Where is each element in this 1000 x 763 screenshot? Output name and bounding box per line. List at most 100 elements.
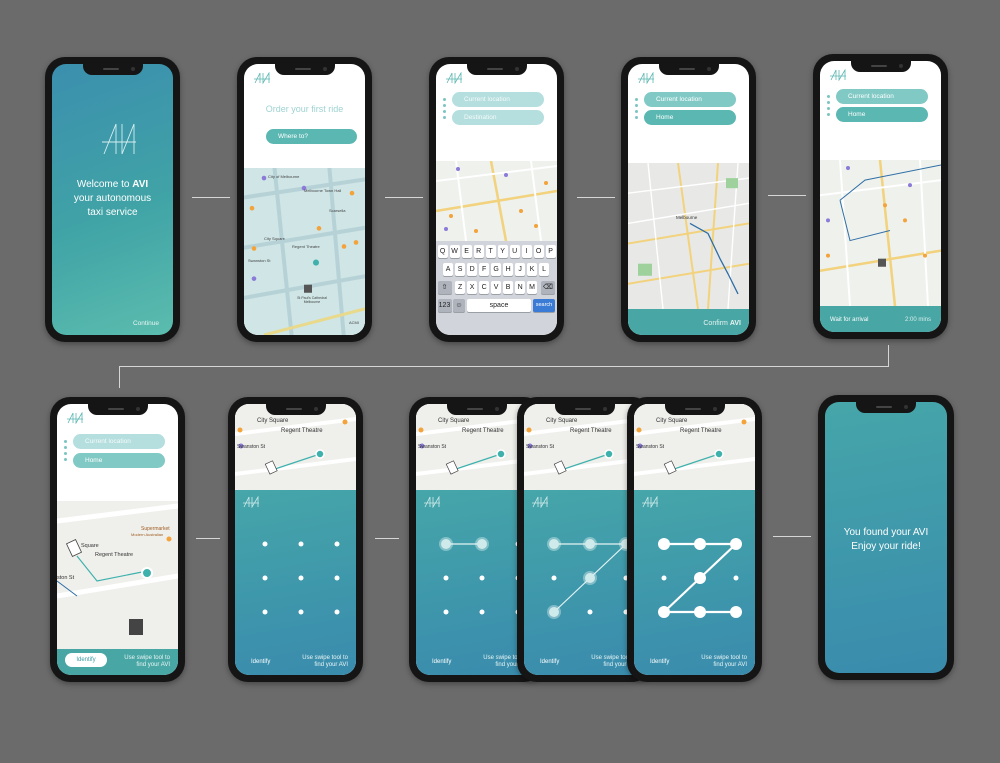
key-v[interactable]: V xyxy=(491,281,502,294)
key-p[interactable]: P xyxy=(545,245,556,258)
welcome-text: Welcome to xyxy=(76,179,130,190)
pattern-node[interactable] xyxy=(694,538,706,550)
pattern-node[interactable] xyxy=(479,609,485,615)
key-k[interactable]: K xyxy=(527,263,538,276)
pattern-node[interactable] xyxy=(262,541,268,547)
key-a[interactable]: A xyxy=(443,263,454,276)
phone-notch xyxy=(82,64,143,75)
map-view[interactable]: City Square Regent Theatre Swanston St xyxy=(235,404,356,490)
pattern-node[interactable] xyxy=(694,606,706,618)
space-key[interactable]: space xyxy=(467,299,531,312)
confirm-button[interactable]: Confirm AVI xyxy=(703,320,741,327)
pattern-node[interactable] xyxy=(262,609,268,615)
avi-logo-icon xyxy=(254,72,270,84)
pattern-node[interactable] xyxy=(479,575,485,581)
pattern-node[interactable] xyxy=(730,538,742,550)
identify-button[interactable]: Identify xyxy=(65,653,107,667)
pattern-grid[interactable] xyxy=(634,490,755,618)
key-o[interactable]: O xyxy=(533,245,544,258)
current-location-input[interactable]: Current location xyxy=(836,89,928,104)
pattern-node[interactable] xyxy=(298,575,304,581)
map-view[interactable] xyxy=(436,161,557,241)
found-screen: You found your AVI Enjoy your ride! xyxy=(825,402,947,673)
pattern-node[interactable] xyxy=(334,575,340,581)
pattern-node[interactable] xyxy=(298,541,304,547)
pattern-node[interactable] xyxy=(658,538,670,550)
key-c[interactable]: C xyxy=(479,281,490,294)
backspace-key[interactable]: ⌫ xyxy=(541,281,555,294)
pattern-node[interactable] xyxy=(730,606,742,618)
pattern-node[interactable] xyxy=(477,539,487,549)
current-location-input[interactable]: Current location xyxy=(452,92,544,107)
pattern-node[interactable] xyxy=(661,575,667,581)
key-l[interactable]: L xyxy=(539,263,550,276)
numbers-key[interactable]: 123 xyxy=(437,299,452,312)
destination-input[interactable]: Home xyxy=(644,110,736,125)
destination-input[interactable]: Home xyxy=(836,107,928,122)
key-n[interactable]: N xyxy=(515,281,526,294)
pattern-node[interactable] xyxy=(587,609,593,615)
pattern-node[interactable] xyxy=(443,575,449,581)
key-g[interactable]: G xyxy=(491,263,502,276)
destination-input[interactable]: Destination xyxy=(452,110,544,125)
key-t[interactable]: T xyxy=(485,245,496,258)
route-dots xyxy=(635,98,638,122)
phone-welcome: Welcome to AVI your autonomous taxi serv… xyxy=(45,57,180,342)
pattern-node[interactable] xyxy=(585,539,595,549)
found-text: You found your AVI xyxy=(843,527,929,538)
continue-button[interactable]: Continue xyxy=(133,320,159,327)
key-u[interactable]: U xyxy=(509,245,520,258)
key-r[interactable]: R xyxy=(473,245,484,258)
key-q[interactable]: Q xyxy=(437,245,448,258)
pattern-node[interactable] xyxy=(334,609,340,615)
brand-name: AVI xyxy=(729,320,741,327)
map-view[interactable]: City Square Regent Theatre Swanston St xyxy=(634,404,755,490)
pattern-node[interactable] xyxy=(262,575,268,581)
key-y[interactable]: Y xyxy=(497,245,508,258)
key-x[interactable]: X xyxy=(467,281,478,294)
pattern-node[interactable] xyxy=(585,573,595,583)
key-h[interactable]: H xyxy=(503,263,514,276)
phone-order: Order your first ride Where to? City of … xyxy=(237,57,372,342)
key-j[interactable]: J xyxy=(515,263,526,276)
map-label: Scarsella xyxy=(329,208,346,213)
key-f[interactable]: F xyxy=(479,263,490,276)
identify-label[interactable]: Identify xyxy=(251,659,270,665)
map-view[interactable]: Supermarket Modern Australian Square Reg… xyxy=(57,501,178,649)
search-key[interactable]: search xyxy=(533,299,555,312)
key-e[interactable]: E xyxy=(461,245,472,258)
pattern-node[interactable] xyxy=(298,609,304,615)
pattern-node[interactable] xyxy=(733,575,739,581)
shift-key[interactable]: ⇧ xyxy=(437,281,452,294)
key-s[interactable]: S xyxy=(455,263,466,276)
key-w[interactable]: W xyxy=(449,245,460,258)
identify-label[interactable]: Identify xyxy=(432,659,451,665)
map-view[interactable]: Melbourne xyxy=(628,163,749,309)
identify-label[interactable]: Identify xyxy=(650,659,669,665)
key-b[interactable]: B xyxy=(503,281,514,294)
pattern-node[interactable] xyxy=(549,607,559,617)
key-i[interactable]: I xyxy=(521,245,532,258)
pattern-node[interactable] xyxy=(549,539,559,549)
pattern-node[interactable] xyxy=(694,572,706,584)
eta-label: 2:00 mins xyxy=(904,317,931,323)
map-view[interactable]: City of Melbourne Melbourne Town Hall Sc… xyxy=(244,168,365,335)
key-d[interactable]: D xyxy=(467,263,478,276)
identify-label[interactable]: Identify xyxy=(540,659,559,665)
key-m[interactable]: M xyxy=(527,281,538,294)
map-label: Regent Theatre xyxy=(570,428,612,434)
emoji-key[interactable]: ☺ xyxy=(453,299,465,312)
pattern-node[interactable] xyxy=(334,541,340,547)
pattern-grid[interactable] xyxy=(235,490,356,615)
map-view[interactable] xyxy=(820,160,941,306)
pattern-node[interactable] xyxy=(441,539,451,549)
current-location-input[interactable]: Current location xyxy=(644,92,736,107)
pattern-node[interactable] xyxy=(443,609,449,615)
key-z[interactable]: Z xyxy=(455,281,466,294)
pattern-node[interactable] xyxy=(658,606,670,618)
where-to-input[interactable]: Where to? xyxy=(266,129,357,144)
swipe-hint: Use swipe tool to find your AVI xyxy=(302,655,348,669)
destination-input[interactable]: Home xyxy=(73,453,165,468)
current-location-input[interactable]: Current location xyxy=(73,434,165,449)
pattern-node[interactable] xyxy=(551,575,557,581)
